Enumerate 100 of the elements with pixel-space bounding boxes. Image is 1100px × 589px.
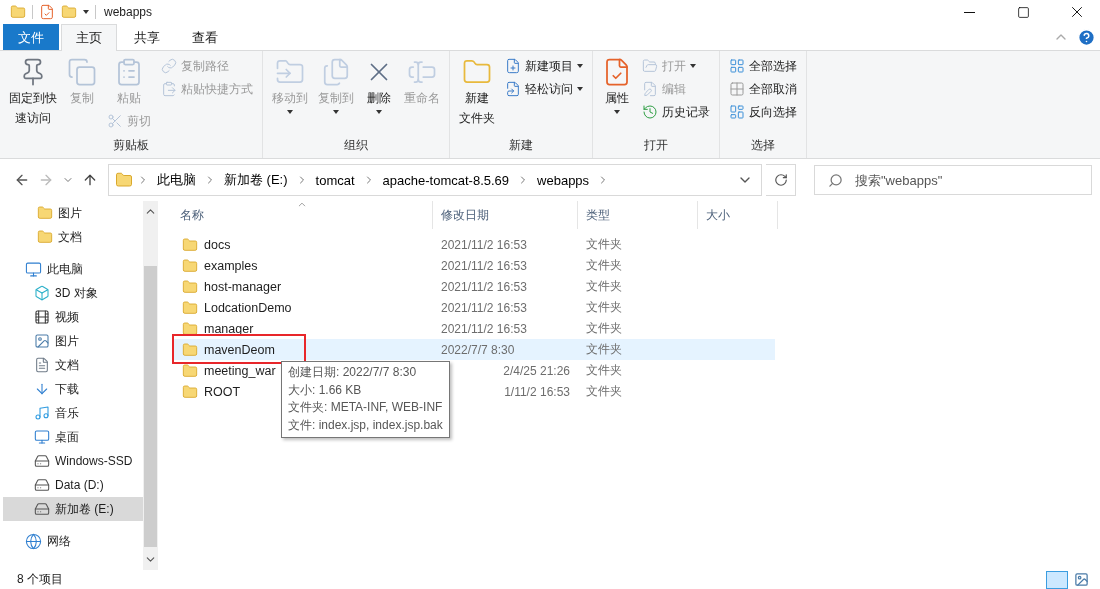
file-name[interactable]: LodcationDemo xyxy=(204,300,292,315)
tooltip-line: 创建日期: 2022/7/7 8:30 xyxy=(288,364,418,381)
date-cell-text: 2021/11/2 16:53 xyxy=(440,237,528,252)
nav-item[interactable]: 视频 xyxy=(3,305,143,329)
ribbon-group-label: 组织 xyxy=(343,137,369,154)
nav-item[interactable]: Data (D:) xyxy=(3,473,143,497)
type-cell-text: 文件夹 xyxy=(585,320,623,337)
file-name[interactable]: examples xyxy=(204,258,258,273)
nav-item[interactable]: 桌面 xyxy=(3,425,143,449)
ribbon-tab[interactable]: 主页 xyxy=(61,24,117,51)
nav-item[interactable]: 音乐 xyxy=(3,401,143,425)
folder-icon xyxy=(182,257,198,274)
type-cell-text: 文件夹 xyxy=(585,362,623,379)
column-header[interactable]: 名称 xyxy=(172,201,433,229)
nav-item[interactable]: 此电脑 xyxy=(3,257,143,281)
history-icon xyxy=(642,104,658,120)
type-cell-text: 文件夹 xyxy=(585,341,623,358)
files-icon xyxy=(321,57,351,87)
window-title: webapps xyxy=(104,5,153,19)
caret-icon[interactable] xyxy=(83,10,89,14)
folder-icon xyxy=(115,171,133,189)
nav-item[interactable]: 下载 xyxy=(3,377,143,401)
ribbon-button[interactable]: 历史记录 xyxy=(639,101,713,123)
tooltip-line: 文件: index.jsp, index.jsp.bak xyxy=(288,416,443,434)
grid-icon xyxy=(729,81,745,97)
help-icon xyxy=(1077,27,1096,47)
search-field[interactable]: 搜索"webapps" xyxy=(814,165,1092,195)
nav-item[interactable]: 文档 xyxy=(3,353,143,377)
ribbon-button[interactable]: 删除 xyxy=(361,55,397,116)
file-row[interactable]: mavenDeom 2022/7/7 8:30 文件夹 xyxy=(172,339,775,360)
ribbon-group-label: 选择 xyxy=(750,137,776,154)
ribbon-tab[interactable]: 文件 xyxy=(3,24,59,50)
nav-item[interactable]: 图片 xyxy=(3,329,143,353)
file-name[interactable]: manager xyxy=(204,321,254,336)
ribbon-button[interactable]: 反向选择 xyxy=(726,101,800,123)
image-icon xyxy=(1073,572,1089,587)
file-name[interactable]: ROOT xyxy=(204,384,241,399)
folder-icon xyxy=(182,299,198,316)
minimize-icon xyxy=(963,11,975,13)
ribbon-group-label: 剪贴板 xyxy=(112,137,150,154)
item-count: 8 个项目 xyxy=(17,571,63,588)
link-icon xyxy=(161,58,177,74)
folder-icon xyxy=(182,341,198,358)
folder-open-icon xyxy=(642,58,658,74)
column-header[interactable]: 修改日期 xyxy=(433,201,578,229)
breadcrumb-item[interactable]: tomcat xyxy=(311,172,359,188)
type-cell-text: 文件夹 xyxy=(585,278,623,295)
cube-icon xyxy=(34,285,50,301)
scrollbar[interactable] xyxy=(143,201,158,570)
address-bar[interactable]: 此电脑 新加卷 (E:) tomcat apache-tomcat-8.5.69 webapps xyxy=(108,164,762,196)
file-name[interactable]: docs xyxy=(204,237,231,252)
folder-icon xyxy=(182,383,198,400)
breadcrumb-item[interactable]: 新加卷 (E:) xyxy=(220,171,292,189)
file-pen-icon xyxy=(642,81,658,97)
file-plus-icon xyxy=(505,58,521,74)
nav-item[interactable]: 3D 对象 xyxy=(3,281,143,305)
nav-item[interactable]: 文档 xyxy=(3,225,143,249)
ribbon-button[interactable]: 轻松访问 xyxy=(502,78,586,100)
breadcrumb-item[interactable]: 此电脑 xyxy=(153,171,200,189)
type-cell-text: 文件夹 xyxy=(585,299,623,316)
nav-item[interactable]: 新加卷 (E:) xyxy=(3,497,143,521)
refresh-button[interactable] xyxy=(766,164,796,196)
back-icon xyxy=(14,172,30,188)
nav-item[interactable]: Windows-SSD xyxy=(3,449,143,473)
ribbon-button[interactable]: 固定到快 速访问 xyxy=(6,55,60,129)
ribbon-button[interactable]: 全部选择 xyxy=(726,55,800,77)
nav-item[interactable]: 图片 xyxy=(3,201,143,225)
folder-icon xyxy=(10,4,26,20)
ribbon-tab[interactable]: 共享 xyxy=(119,24,175,50)
refresh-icon xyxy=(773,173,788,187)
type-cell-text: 文件夹 xyxy=(585,236,623,253)
ribbon-button[interactable]: 属性 xyxy=(599,55,635,116)
scrollbar-thumb[interactable] xyxy=(144,266,157,547)
view-button[interactable] xyxy=(1046,570,1068,589)
drive-icon xyxy=(34,453,50,469)
folder-icon xyxy=(182,320,198,337)
document-icon xyxy=(34,357,50,373)
properties-icon[interactable] xyxy=(39,4,55,20)
ribbon-button[interactable]: 新建项目 xyxy=(502,55,586,77)
nav-item[interactable]: 网络 xyxy=(3,529,143,553)
clipboard-icon xyxy=(161,81,177,97)
tooltip-line: 文件夹: META-INF, WEB-INF xyxy=(288,399,443,416)
breadcrumb-item[interactable]: webapps xyxy=(533,172,594,188)
file-name[interactable]: mavenDeom xyxy=(204,342,275,357)
ribbon-tab[interactable]: 查看 xyxy=(177,24,233,50)
file-name[interactable]: meeting_war xyxy=(204,363,276,378)
ribbon-group-label: 打开 xyxy=(643,137,669,154)
breadcrumb-item[interactable]: apache-tomcat-8.5.69 xyxy=(378,172,514,188)
download-icon xyxy=(34,381,50,397)
folder-icon xyxy=(61,4,77,20)
ribbon-button[interactable]: 全部取消 xyxy=(726,78,800,100)
film-icon xyxy=(34,309,50,325)
column-header[interactable]: 类型 xyxy=(578,201,698,229)
scissors-icon xyxy=(107,113,123,129)
search-icon xyxy=(828,173,843,188)
column-header[interactable]: 大小 xyxy=(698,201,778,229)
globe-icon xyxy=(25,532,42,550)
file-name[interactable]: host-manager xyxy=(204,279,282,294)
ribbon-button[interactable]: 新建 文件夹 xyxy=(456,55,498,129)
date-cell-text: 2021/11/2 16:53 xyxy=(440,321,528,336)
